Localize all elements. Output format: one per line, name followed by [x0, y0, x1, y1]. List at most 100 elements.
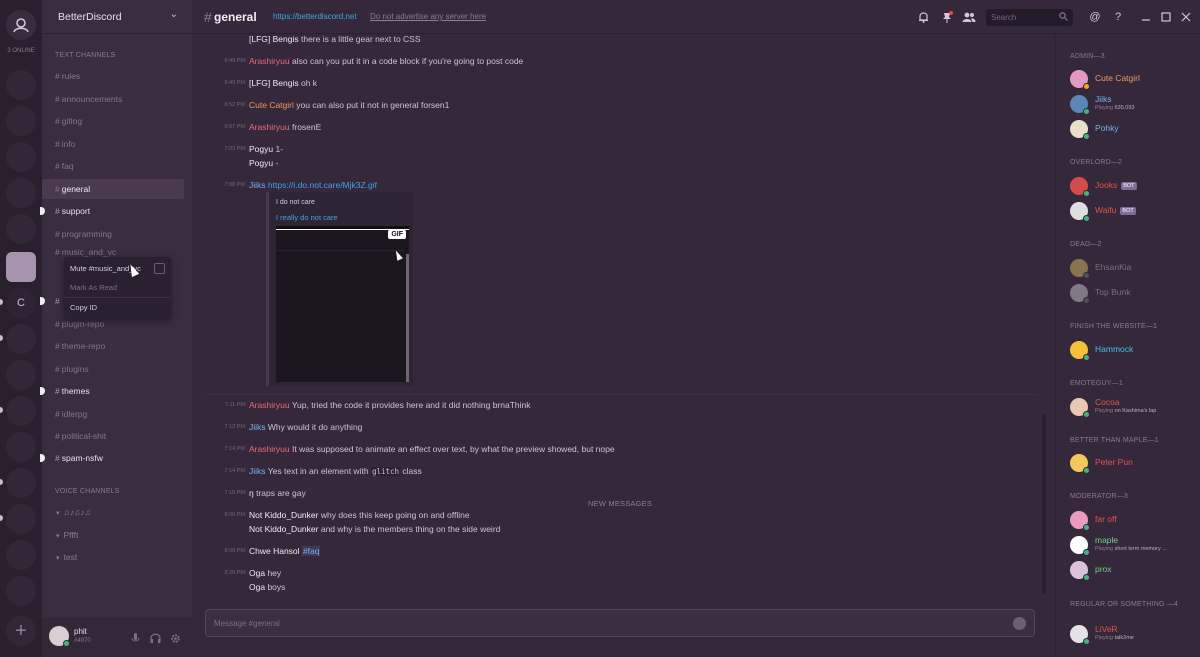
message-author[interactable]: Cute Catgirl [249, 100, 294, 110]
settings-gear-icon[interactable] [166, 629, 184, 647]
voice-channel[interactable]: ▾ Pffft [56, 530, 78, 540]
gif-image[interactable]: GIF [276, 226, 409, 382]
member-name[interactable]: Waifu BOT [1095, 205, 1136, 215]
topic-link[interactable]: https://betterdiscord.net [273, 12, 357, 21]
member-name[interactable]: maple [1095, 535, 1118, 545]
member-name[interactable]: Peter Pun [1095, 457, 1133, 467]
member-item[interactable]: Waifu BOT [1070, 200, 1198, 222]
maximize-icon[interactable] [1159, 10, 1173, 24]
message-scrollbar[interactable] [1040, 34, 1048, 596]
member-item[interactable]: Jooks BOT [1070, 175, 1198, 197]
member-item[interactable]: Peter Pun [1070, 452, 1198, 474]
channel-theme-repo[interactable]: # theme-repo [42, 336, 184, 356]
guild-icon[interactable] [6, 504, 36, 534]
guild-icon[interactable] [6, 214, 36, 244]
mark-as-read-item[interactable]: Mark As Read [70, 283, 117, 292]
message-author[interactable]: Jiiks [249, 422, 266, 432]
member-item[interactable]: prox [1070, 559, 1198, 581]
microphone-icon[interactable] [126, 629, 144, 647]
guild-icon-c[interactable]: C [6, 288, 36, 318]
emoji-picker-icon[interactable] [1013, 617, 1026, 630]
message[interactable]: 7:14 PM Jiiks Yes text in an element with… [192, 464, 1042, 482]
message[interactable]: 7:11 PM Arashiryuu Yup, tried the code it… [192, 398, 1042, 416]
member-name[interactable]: far off [1095, 514, 1117, 524]
new-messages-divider[interactable]: NEW MESSAGES [588, 499, 652, 508]
channel-plugins[interactable]: # plugins [42, 359, 184, 379]
guild-icon[interactable] [6, 178, 36, 208]
at-mentions-icon[interactable]: @ [1088, 10, 1102, 24]
message-author[interactable]: Not Kiddo_Dunker [249, 524, 318, 534]
message-author[interactable]: Oga [249, 582, 265, 592]
text-channels-header[interactable]: TEXT CHANNELS [55, 52, 115, 59]
message-author[interactable]: Pogyu [249, 158, 273, 168]
message-author[interactable]: Jiiks [249, 466, 266, 476]
close-icon[interactable] [1179, 10, 1193, 24]
embed-description[interactable]: I really do not care [276, 213, 338, 222]
chevron-down-icon[interactable]: ⌄ [170, 9, 178, 20]
guild-icon[interactable] [6, 142, 36, 172]
message-author[interactable]: Chwe Hansol [249, 546, 300, 556]
channel-faq[interactable]: # faq [42, 156, 184, 176]
message-author[interactable]: Arashiryuu [249, 444, 290, 454]
message-author[interactable]: Oga [249, 568, 265, 578]
channel-political-shit[interactable]: # political-shit [42, 426, 184, 446]
home-button[interactable] [6, 10, 36, 40]
copy-id-item[interactable]: Copy ID [70, 303, 97, 312]
message-author[interactable]: Arashiryuu [249, 122, 290, 132]
member-item[interactable]: Pohky [1070, 118, 1198, 140]
message[interactable]: 7:14 PM Arashiryuu It was supposed to ani… [192, 442, 1042, 460]
member-name[interactable]: EhsanKia [1095, 262, 1131, 272]
message[interactable]: 7:12 PM Jiiks Why would it do anything [192, 420, 1042, 438]
message[interactable]: 6:57 PM Arashiryuu frosenE [192, 120, 1042, 138]
channel-general[interactable]: # general [42, 179, 184, 199]
channel-spam-nsfw[interactable]: # spam-nsfw [40, 448, 184, 468]
voice-channels-header[interactable]: VOICE CHANNELS [55, 488, 120, 495]
search-input[interactable]: Search [986, 9, 1073, 26]
member-name[interactable]: Pohky [1095, 123, 1119, 133]
member-item[interactable]: far off [1070, 509, 1198, 531]
guild-icon[interactable] [6, 70, 36, 100]
message[interactable]: Oga boys [192, 580, 1042, 598]
members-list-icon[interactable] [962, 10, 976, 24]
help-icon[interactable]: ? [1111, 10, 1125, 24]
member-name[interactable]: LiVeR [1095, 624, 1118, 634]
member-item[interactable]: maple Playing short term memory ... [1070, 534, 1198, 556]
member-name[interactable]: Jooks BOT [1095, 180, 1137, 190]
guild-icon[interactable] [6, 432, 36, 462]
channel-programming[interactable]: # programming [42, 224, 184, 244]
guild-icon[interactable] [6, 360, 36, 390]
add-server-button[interactable]: + [6, 616, 36, 646]
message-author[interactable]: [LFG] Bengis [249, 34, 299, 44]
channel-gitlog[interactable]: # gitlog [42, 111, 184, 131]
channel-rules[interactable]: # rules [42, 66, 184, 86]
member-name[interactable]: Cocoa [1095, 397, 1120, 407]
member-name[interactable]: prox [1095, 564, 1112, 574]
message-author[interactable]: Arashiryuu [249, 56, 290, 66]
guild-icon-active[interactable] [6, 252, 36, 282]
voice-channel[interactable]: ▾ ♫♪♫♪♫ [56, 507, 91, 517]
guild-icon[interactable] [6, 576, 36, 606]
scroll-thumb[interactable] [1042, 414, 1046, 594]
message-author[interactable]: Not Kiddo_Dunker [249, 510, 318, 520]
member-item[interactable]: Hammock [1070, 339, 1198, 361]
member-name[interactable]: Jiiks [1095, 94, 1112, 104]
message[interactable]: 6:49 PM Arashiryuu also can you put it in… [192, 54, 1042, 72]
bell-icon[interactable] [916, 10, 930, 24]
member-name[interactable]: Top Bunk [1095, 287, 1130, 297]
message[interactable]: 6:49 PM [LFG] Bengis oh k [192, 76, 1042, 94]
minimize-icon[interactable] [1139, 10, 1153, 24]
headphones-icon[interactable] [146, 629, 164, 647]
guild-icon[interactable] [6, 106, 36, 136]
message-input[interactable]: Message #general [205, 609, 1035, 637]
voice-channel[interactable]: ▾ test [56, 552, 77, 562]
message-author[interactable]: [LFG] Bengis [249, 78, 299, 88]
member-item[interactable]: Cocoa Playing on Kashima's lap [1070, 396, 1198, 418]
channel-announcements[interactable]: # announcements [42, 89, 184, 109]
message-author[interactable]: ŋ [249, 488, 254, 498]
guild-icon[interactable] [6, 540, 36, 570]
server-header[interactable]: BetterDiscord ⌄ [42, 0, 192, 34]
message-author[interactable]: Jiiks [249, 180, 266, 190]
channel-themes[interactable]: # themes [40, 381, 184, 401]
mute-checkbox[interactable] [154, 263, 165, 274]
message-author[interactable]: Arashiryuu [249, 400, 290, 410]
